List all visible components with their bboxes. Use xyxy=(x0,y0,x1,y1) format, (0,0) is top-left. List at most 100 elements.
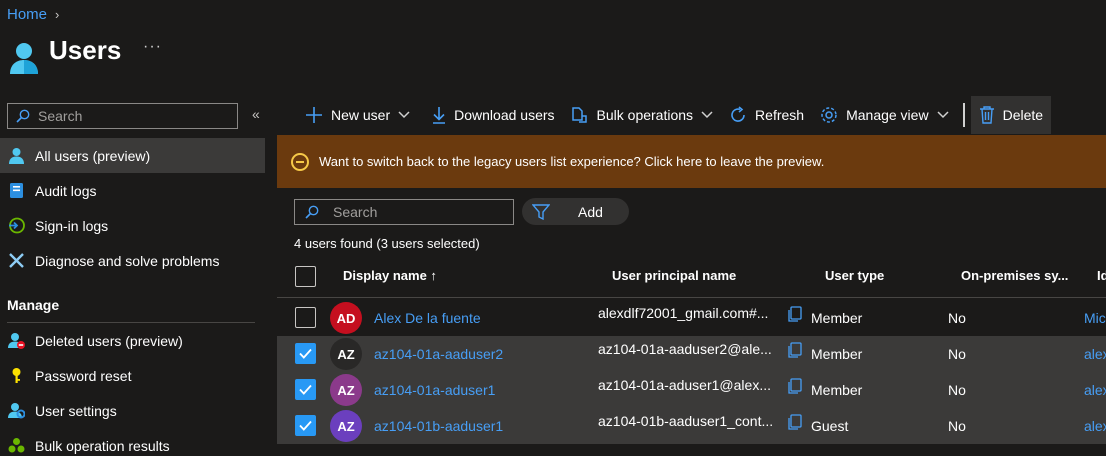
on-premises-sync: No xyxy=(948,346,966,362)
sidebar-item-deleted-users[interactable]: Deleted users (preview) xyxy=(0,323,265,358)
user-name-link[interactable]: Alex De la fuente xyxy=(374,310,481,326)
table-header: Display name ↑ User principal name User … xyxy=(277,258,1106,298)
column-on-premises-sync[interactable]: On-premises sy... xyxy=(961,268,1068,283)
key-icon xyxy=(8,367,25,384)
column-display-name[interactable]: Display name ↑ xyxy=(343,268,437,283)
deleted-user-icon xyxy=(8,332,25,349)
bulk-operations-label: Bulk operations xyxy=(596,107,694,123)
bulk-operations-icon xyxy=(571,107,587,123)
users-icon xyxy=(10,43,38,74)
download-users-label: Download users xyxy=(454,107,555,123)
user-type: Member xyxy=(811,346,863,362)
copy-icon[interactable] xyxy=(787,414,803,430)
user-icon xyxy=(8,147,25,164)
copy-icon[interactable] xyxy=(787,378,803,394)
refresh-icon xyxy=(731,106,745,122)
sidebar-item-sign-in-logs[interactable]: Sign-in logs xyxy=(0,208,265,243)
column-identities[interactable]: Id xyxy=(1097,268,1106,283)
banner-text: Want to switch back to the legacy users … xyxy=(319,154,825,169)
sidebar-item-diagnose[interactable]: Diagnose and solve problems xyxy=(0,243,265,278)
sidebar-search-placeholder: Search xyxy=(38,108,83,124)
on-premises-sync: No xyxy=(948,382,966,398)
sidebar-item-label: Password reset xyxy=(35,367,132,384)
add-filter-label: Add xyxy=(578,203,603,220)
user-name-link[interactable]: az104-01b-aaduser1 xyxy=(374,418,503,434)
sidebar-item-user-settings[interactable]: User settings xyxy=(0,393,265,428)
refresh-label: Refresh xyxy=(755,107,805,123)
manage-view-button[interactable]: Manage view xyxy=(812,96,957,134)
column-user-type[interactable]: User type xyxy=(825,268,884,283)
new-user-button[interactable]: New user xyxy=(277,96,418,134)
copy-icon[interactable] xyxy=(787,306,803,322)
more-options-icon[interactable]: ··· xyxy=(143,38,162,56)
sidebar-item-label: Diagnose and solve problems xyxy=(35,252,220,269)
plus-icon xyxy=(306,107,322,123)
result-count: 4 users found (3 users selected) xyxy=(294,236,480,251)
row-checkbox[interactable] xyxy=(295,415,316,436)
on-premises-sync: No xyxy=(948,418,966,434)
breadcrumb-home-link[interactable]: Home xyxy=(7,6,47,23)
row-checkbox[interactable] xyxy=(295,379,316,400)
sidebar-item-label: User settings xyxy=(35,402,117,419)
download-users-button[interactable]: Download users xyxy=(424,96,562,134)
identities-link[interactable]: alex xyxy=(1084,418,1106,434)
copy-icon[interactable] xyxy=(787,342,803,358)
row-checkbox[interactable] xyxy=(295,343,316,364)
user-principal-name: az104-01a-aduser1@alex... xyxy=(598,377,771,393)
identities-link[interactable]: Mic xyxy=(1084,310,1106,326)
filter-icon xyxy=(532,203,550,220)
chevron-down-icon xyxy=(398,111,410,119)
sidebar-item-all-users[interactable]: All users (preview) xyxy=(0,138,265,173)
wrench-icon xyxy=(8,252,25,269)
search-icon xyxy=(16,109,30,123)
identities-link[interactable]: alex xyxy=(1084,382,1106,398)
preview-banner[interactable]: Want to switch back to the legacy users … xyxy=(277,135,1106,188)
avatar: AZ xyxy=(330,338,362,370)
delete-button[interactable]: Delete xyxy=(970,96,1052,134)
add-filter-button[interactable]: Add xyxy=(522,198,629,225)
refresh-button[interactable]: Refresh xyxy=(721,96,812,134)
sidebar-item-label: Bulk operation results xyxy=(35,437,170,454)
user-type: Guest xyxy=(811,418,849,434)
user-principal-name: alexdlf72001_gmail.com#... xyxy=(598,305,769,321)
checkmark-icon xyxy=(299,348,312,359)
column-user-principal-name[interactable]: User principal name xyxy=(612,268,736,283)
on-premises-sync: No xyxy=(948,310,966,326)
table-row[interactable]: AZ az104-01b-aaduser1 az104-01b-aaduser1_c… xyxy=(277,408,1106,444)
table-row[interactable]: AZ az104-01a-aaduser2 az104-01a-aaduser2@a… xyxy=(277,336,1106,372)
sidebar-item-bulk-results[interactable]: Bulk operation results xyxy=(0,428,265,456)
select-all-checkbox[interactable] xyxy=(295,266,316,287)
users-search-input[interactable]: Search xyxy=(294,199,514,225)
bulk-operations-button[interactable]: Bulk operations xyxy=(563,96,722,134)
user-settings-icon xyxy=(8,402,25,419)
sidebar-item-label: Audit logs xyxy=(35,182,97,199)
collapse-sidebar-icon[interactable]: « xyxy=(252,106,260,122)
row-checkbox[interactable] xyxy=(295,307,316,328)
bulk-results-icon xyxy=(8,437,25,454)
avatar: AZ xyxy=(330,374,362,406)
user-name-link[interactable]: az104-01a-aduser1 xyxy=(374,382,495,398)
user-name-link[interactable]: az104-01a-aaduser2 xyxy=(374,346,503,362)
search-icon xyxy=(305,205,319,219)
table-row[interactable]: AZ az104-01a-aduser1 az104-01a-aduser1@ale… xyxy=(277,372,1106,408)
sidebar-item-audit-logs[interactable]: Audit logs xyxy=(0,173,265,208)
manage-section-header: Manage xyxy=(7,297,60,313)
sidebar-search-input[interactable]: Search xyxy=(7,103,238,129)
chevron-down-icon xyxy=(701,111,713,119)
trash-icon xyxy=(979,106,994,124)
checkmark-icon xyxy=(299,420,312,431)
gear-icon xyxy=(821,107,837,123)
checkmark-icon xyxy=(299,384,312,395)
warning-icon xyxy=(291,152,309,171)
sidebar-item-password-reset[interactable]: Password reset xyxy=(0,358,265,393)
user-type: Member xyxy=(811,382,863,398)
audit-log-icon xyxy=(8,182,25,199)
sidebar-item-label: Sign-in logs xyxy=(35,217,109,234)
chevron-right-icon: › xyxy=(55,7,60,22)
manage-view-label: Manage view xyxy=(846,107,929,123)
identities-link[interactable]: alex xyxy=(1084,346,1106,362)
user-principal-name: az104-01a-aaduser2@ale... xyxy=(598,341,772,357)
download-icon xyxy=(433,107,446,124)
user-principal-name: az104-01b-aaduser1_cont... xyxy=(598,413,774,429)
table-row[interactable]: AD Alex De la fuente alexdlf72001_gmail.co… xyxy=(277,300,1106,336)
